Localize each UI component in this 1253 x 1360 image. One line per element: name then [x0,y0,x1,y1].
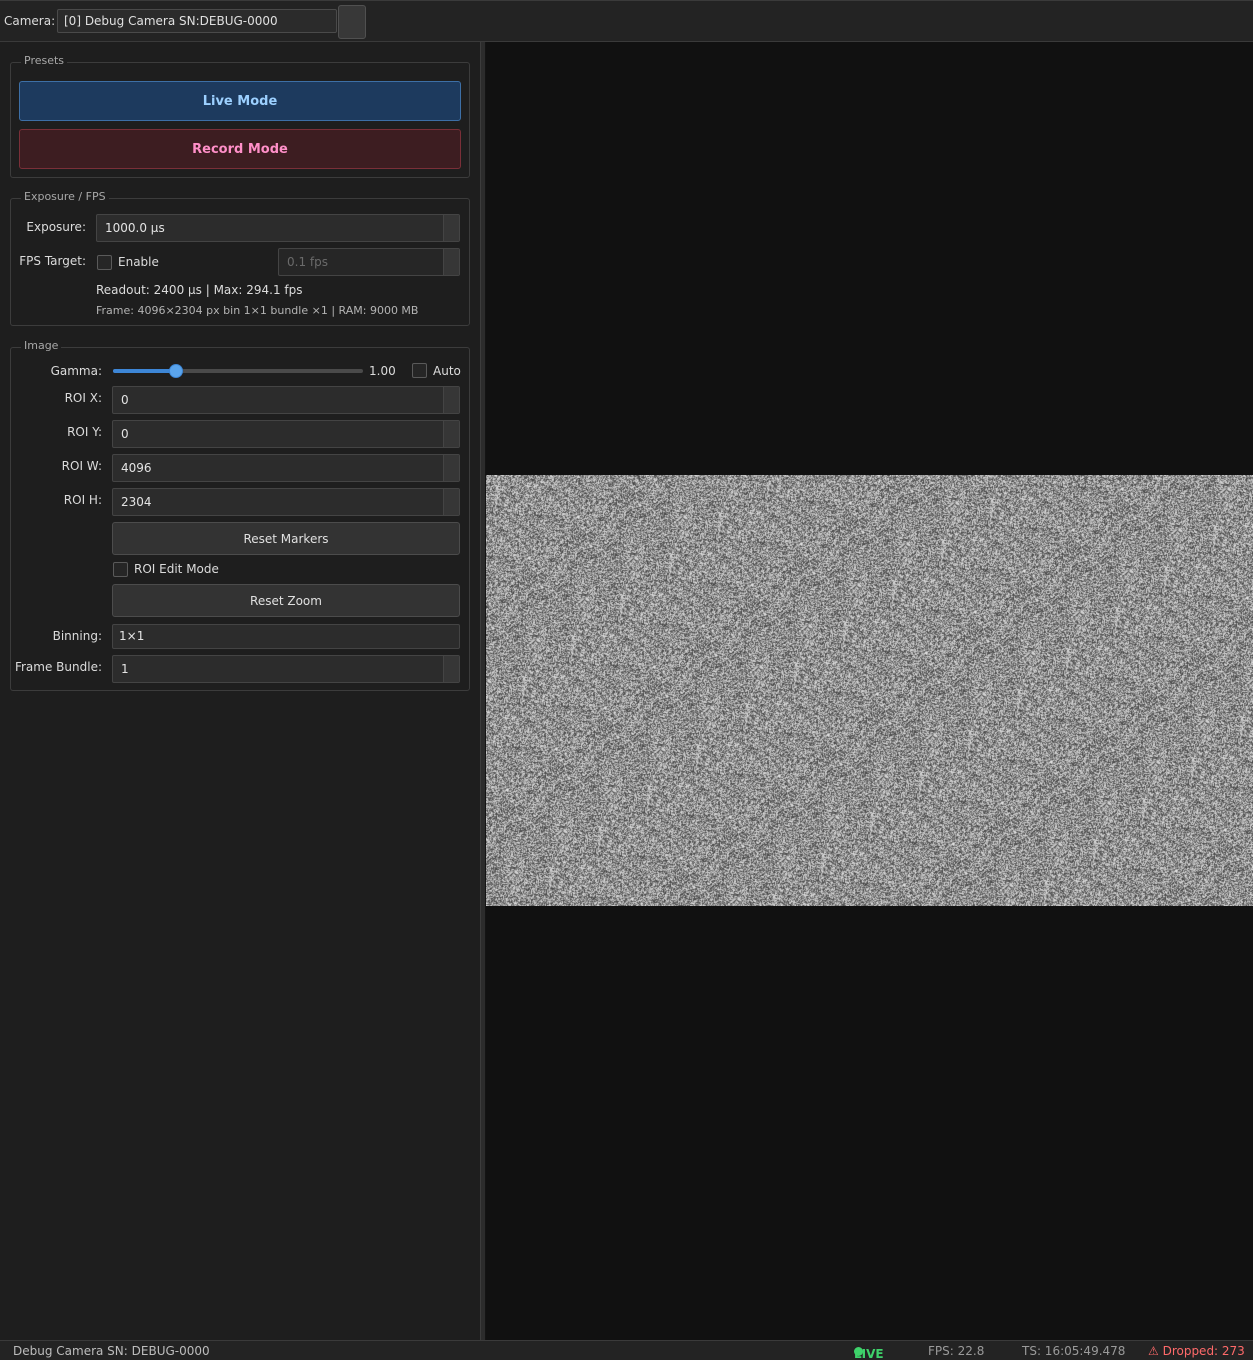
record-mode-button[interactable]: Record Mode [19,129,461,169]
roi-y-value: 0 [121,427,129,441]
roi-h-value: 2304 [121,495,152,509]
gamma-label: Gamma: [50,364,102,378]
frame-bundle-label: Frame Bundle: [14,660,102,674]
readout-info: Readout: 2400 µs | Max: 294.1 fps [96,283,303,297]
camera-select[interactable]: [0] Debug Camera SN:DEBUG-0000 [57,9,337,33]
roi-y-spin-arrows[interactable] [443,421,459,447]
roi-h-spin-arrows[interactable] [443,489,459,515]
roi-edit-checkbox[interactable] [113,562,128,577]
status-bar: Debug Camera SN: DEBUG-0000 LIVE FPS: 22… [0,1340,1253,1360]
status-fps: FPS: 22.8 [928,1344,985,1358]
binning-label: Binning: [52,629,102,643]
roi-edit-label: ROI Edit Mode [134,562,219,576]
status-camera-info: Debug Camera SN: DEBUG-0000 [13,1344,210,1358]
frame-bundle-value: 1 [121,662,129,676]
image-group: Image Gamma: 1.00 Auto ROI X: 0 ROI Y: 0… [10,339,470,691]
exposure-spinbox[interactable]: 1000.0 µs [96,214,460,242]
binning-select[interactable]: 1×1 [112,624,460,649]
fps-spin-arrows[interactable] [443,249,459,275]
roi-w-label: ROI W: [61,459,102,473]
live-mode-button[interactable]: Live Mode [19,81,461,121]
frame-bundle-spin-arrows[interactable] [443,656,459,682]
reset-markers-button[interactable]: Reset Markers [112,522,460,555]
roi-x-label: ROI X: [64,391,102,405]
exposure-spin-arrows[interactable] [443,215,459,241]
presets-group: Presets Live Mode Record Mode [10,54,470,178]
gamma-auto-checkbox[interactable] [412,363,427,378]
exposure-label: Exposure: [26,220,86,234]
image-title: Image [21,339,62,352]
roi-h-label: ROI H: [63,493,102,507]
exposure-group: Exposure / FPS Exposure: 1000.0 µs FPS T… [10,190,470,326]
camera-frame-image[interactable] [486,475,1253,906]
roi-y-label: ROI Y: [67,425,102,439]
fps-enable-checkbox[interactable] [97,255,112,270]
camera-refresh-button[interactable] [338,5,366,39]
roi-w-value: 4096 [121,461,152,475]
gamma-slider-fill [113,369,176,373]
exposure-value: 1000.0 µs [105,221,165,235]
camera-label: Camera: [4,14,56,28]
fps-target-spinbox[interactable]: 0.1 fps [278,248,460,276]
gamma-value: 1.00 [369,364,396,378]
status-dropped: ⚠ Dropped: 273 [1148,1344,1245,1358]
control-panel: Presets Live Mode Record Mode Exposure /… [0,42,480,1340]
frame-info: Frame: 4096×2304 px bin 1×1 bundle ×1 | … [96,304,419,317]
image-viewer[interactable] [486,42,1253,1340]
exposure-title: Exposure / FPS [21,190,109,203]
roi-y-spinbox[interactable]: 0 [112,420,460,448]
gamma-slider[interactable] [113,364,363,378]
status-timestamp: TS: 16:05:49.478 [1022,1344,1126,1358]
fps-target-label: FPS Target: [19,254,86,268]
gamma-slider-handle[interactable] [168,364,183,378]
camera-toolbar: Camera: [0] Debug Camera SN:DEBUG-0000 [0,0,1253,42]
gamma-auto-label: Auto [433,364,461,378]
presets-title: Presets [21,54,68,67]
fps-enable-label: Enable [118,255,159,269]
frame-bundle-spinbox[interactable]: 1 [112,655,460,683]
roi-w-spinbox[interactable]: 4096 [112,454,460,482]
roi-h-spinbox[interactable]: 2304 [112,488,460,516]
reset-zoom-button[interactable]: Reset Zoom [112,584,460,617]
roi-x-value: 0 [121,393,129,407]
fps-target-value: 0.1 fps [287,255,328,269]
roi-w-spin-arrows[interactable] [443,455,459,481]
roi-x-spin-arrows[interactable] [443,387,459,413]
status-live-label: LIVE [854,1347,884,1360]
roi-x-spinbox[interactable]: 0 [112,386,460,414]
